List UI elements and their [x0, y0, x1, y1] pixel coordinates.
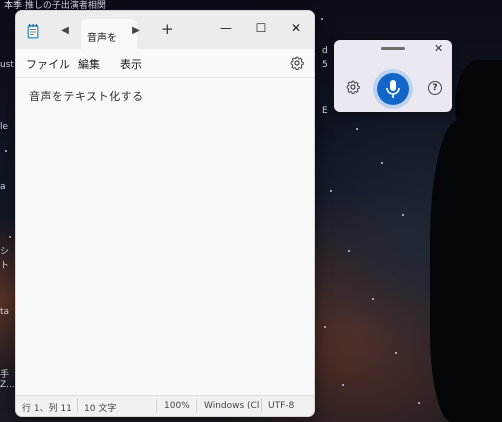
desktop-fragment: 5 — [322, 60, 328, 70]
microphone-icon — [386, 80, 400, 98]
menu-edit[interactable]: 編集 — [78, 56, 100, 72]
tab-scroll-right-icon[interactable]: ▶ — [129, 24, 143, 38]
notepad-window: ◀ 音声を ▶ + — ☐ ✕ ファイル 編集 表示 音声をテキスト化する 行 … — [15, 10, 315, 417]
tree-silhouette — [455, 60, 502, 150]
desktop-fragment: le — [0, 122, 9, 132]
close-button[interactable]: ✕ — [286, 20, 306, 36]
desktop-fragment: ト — [0, 261, 10, 271]
voice-settings-gear-icon[interactable] — [346, 80, 360, 94]
desktop-fragment: d — [322, 46, 328, 56]
desktop-fragment: Z... — [0, 380, 15, 390]
menu-file[interactable]: ファイル — [26, 56, 70, 72]
status-separator — [77, 399, 78, 413]
status-separator — [196, 399, 197, 413]
menu-view[interactable]: 表示 — [120, 56, 142, 72]
tab-title: 音声を — [87, 33, 117, 44]
new-tab-button[interactable]: + — [161, 20, 174, 38]
desktop-fragment: a — [0, 182, 6, 192]
voice-close-button[interactable]: ✕ — [434, 42, 443, 55]
help-icon[interactable]: ? — [428, 81, 442, 95]
voice-typing-panel: ✕ ? — [334, 40, 452, 112]
editor-content: 音声をテキスト化する — [29, 90, 144, 103]
tab-scroll-left-icon[interactable]: ◀ — [58, 24, 72, 38]
status-position: 行 1、列 11 — [22, 404, 72, 414]
tree-silhouette — [430, 120, 502, 422]
drag-handle[interactable] — [381, 47, 405, 50]
status-line-ending[interactable]: Windows (Cl — [204, 401, 259, 411]
desktop-fragment: 手 — [0, 370, 10, 380]
menu-bar: ファイル 編集 表示 — [16, 49, 314, 77]
title-bar[interactable]: ◀ 音声を ▶ + — ☐ ✕ — [16, 11, 314, 49]
microphone-button[interactable] — [377, 73, 409, 105]
status-char-count: 10 文字 — [84, 404, 117, 414]
desktop-fragment: ta — [0, 307, 10, 317]
minimize-button[interactable]: — — [216, 20, 236, 36]
maximize-button[interactable]: ☐ — [251, 20, 271, 36]
status-bar: 行 1、列 11 10 文字 100% Windows (Cl UTF-8 — [16, 395, 314, 416]
desktop-fragment: ust — [0, 60, 14, 70]
status-separator — [261, 399, 262, 413]
settings-gear-icon[interactable] — [290, 56, 304, 70]
desktop-fragment: E — [322, 106, 328, 116]
status-separator — [156, 399, 157, 413]
status-encoding[interactable]: UTF-8 — [268, 401, 294, 411]
text-editor[interactable]: 音声をテキスト化する — [16, 77, 314, 396]
notepad-app-icon — [27, 24, 39, 39]
status-zoom[interactable]: 100% — [164, 401, 190, 411]
desktop-fragment: シ — [0, 247, 10, 257]
